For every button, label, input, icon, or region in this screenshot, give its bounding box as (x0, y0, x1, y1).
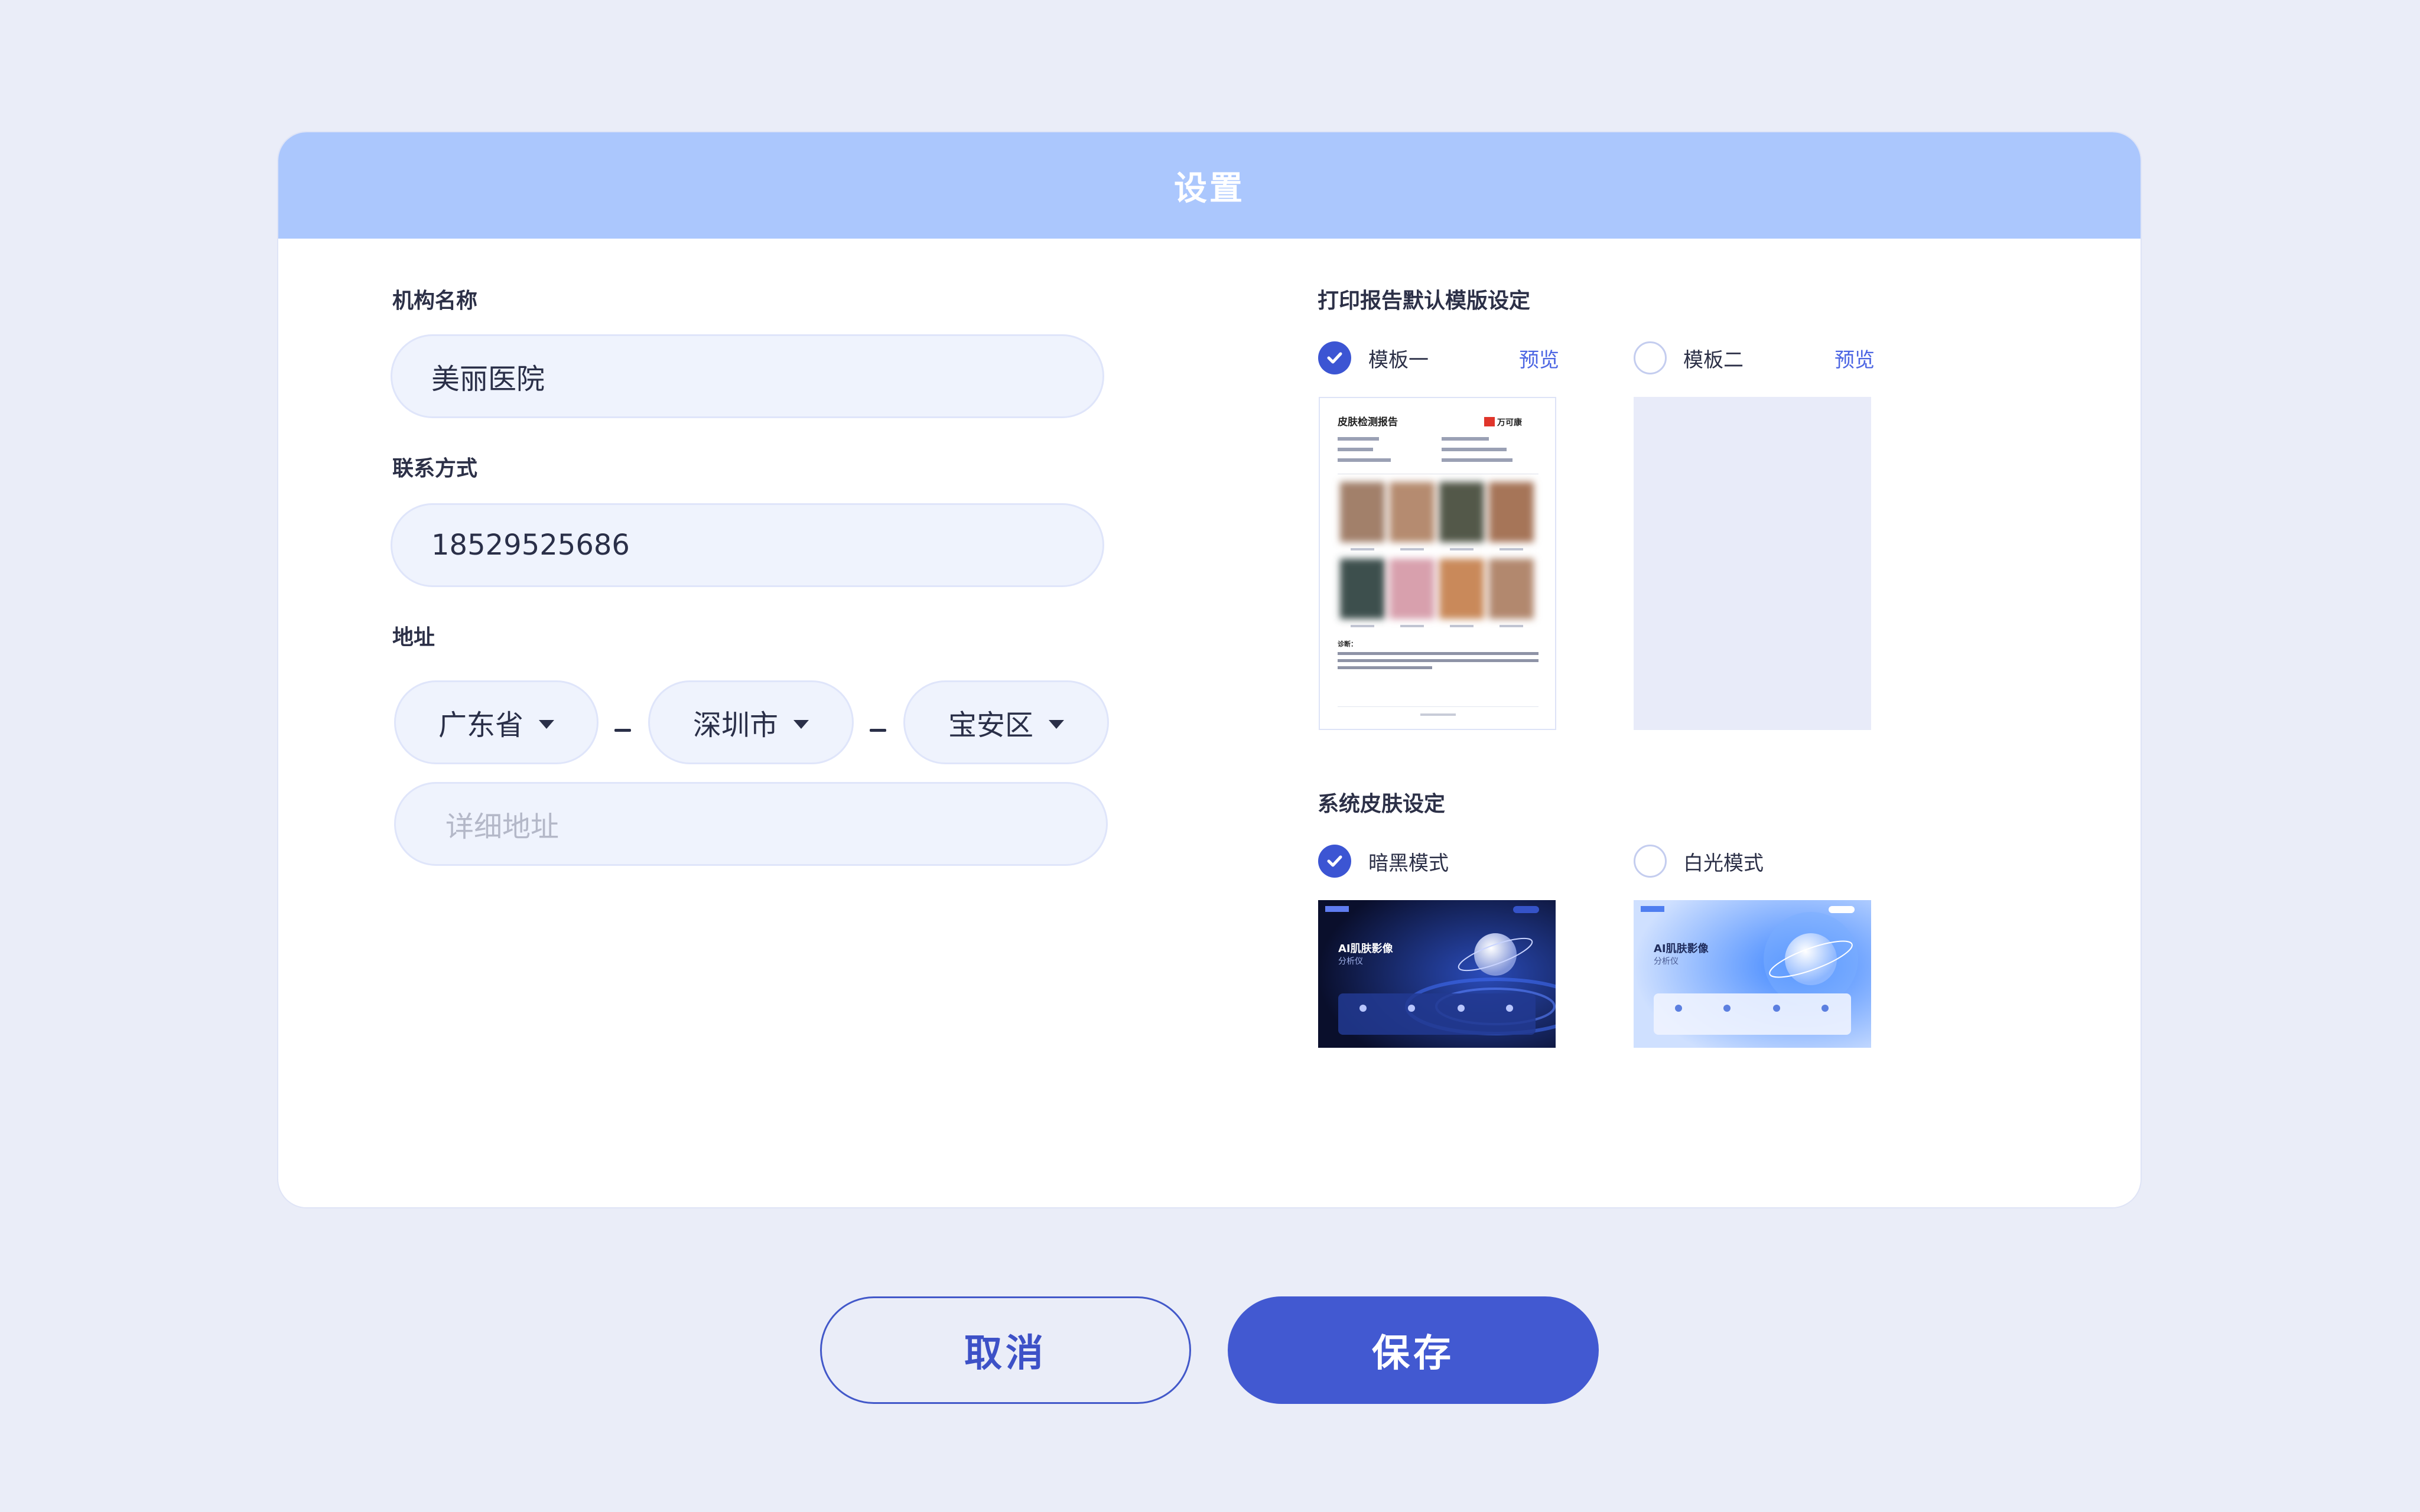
district-select[interactable]: 宝安区 (903, 680, 1109, 764)
dark-thumb-title: AI肌肤影像 (1338, 943, 1394, 955)
contact-label: 联系方式 (392, 457, 478, 481)
contact-input[interactable]: 18529525686 (391, 503, 1104, 587)
contact-value: 18529525686 (431, 529, 630, 562)
separator-dash (614, 729, 631, 732)
template-two-radio[interactable] (1634, 341, 1667, 374)
template-one-thumbnail[interactable]: 皮肤检测报告 万可康 诊断： (1319, 397, 1556, 730)
template-two-thumbnail[interactable] (1634, 397, 1871, 730)
separator-dash (870, 729, 886, 732)
detail-address-placeholder: 详细地址 (445, 810, 560, 843)
light-mode-label: 白光模式 (1683, 852, 1764, 875)
report-thumb-title: 皮肤检测报告 (1338, 416, 1398, 428)
address-label: 地址 (392, 625, 435, 650)
chevron-down-icon (1049, 719, 1064, 729)
dark-mode-thumbnail[interactable]: AI肌肤影像 分析仪 (1318, 900, 1556, 1048)
province-select[interactable]: 广东省 (394, 680, 599, 764)
save-button[interactable]: 保存 (1228, 1296, 1599, 1404)
detail-address-input[interactable]: 详细地址 (394, 782, 1108, 866)
settings-dialog: 设置 机构名称 美丽医院 联系方式 18529525686 地址 广东省 深圳市… (278, 132, 2141, 1207)
light-mode-radio[interactable] (1634, 845, 1667, 878)
report-thumb-conclusion: 诊断： (1338, 640, 1357, 648)
city-value: 深圳市 (692, 709, 778, 742)
skin-setting-label: 系统皮肤设定 (1318, 792, 1446, 816)
org-name-value: 美丽医院 (431, 363, 545, 396)
light-thumb-subtitle: 分析仪 (1654, 957, 1679, 966)
city-select[interactable]: 深圳市 (648, 680, 854, 764)
dialog-header: 设置 (278, 132, 2141, 239)
chevron-down-icon (539, 719, 554, 729)
check-icon (1327, 352, 1342, 364)
light-mode-thumbnail[interactable]: AI肌肤影像 分析仪 (1634, 900, 1871, 1048)
template-two-label: 模板二 (1683, 348, 1744, 372)
report-template-label: 打印报告默认模版设定 (1318, 289, 1531, 313)
dark-mode-radio[interactable] (1318, 845, 1351, 878)
report-preview-image: 皮肤检测报告 万可康 诊断： (1338, 416, 1538, 716)
report-thumb-logo: 万可康 (1497, 418, 1523, 428)
light-mode-preview-image: AI肌肤影像 分析仪 (1634, 900, 1871, 1048)
district-value: 宝安区 (948, 709, 1033, 742)
cancel-button[interactable]: 取消 (820, 1296, 1191, 1404)
light-thumb-title: AI肌肤影像 (1654, 943, 1709, 955)
template-one-radio[interactable] (1318, 341, 1351, 374)
check-icon (1327, 855, 1342, 867)
org-name-input[interactable]: 美丽医院 (391, 334, 1104, 418)
dialog-title: 设置 (1174, 169, 1245, 208)
template-two-preview-link[interactable]: 预览 (1834, 344, 1875, 373)
template-one-preview-link[interactable]: 预览 (1519, 344, 1559, 373)
dark-mode-label: 暗黑模式 (1368, 852, 1449, 875)
chevron-down-icon (793, 719, 809, 729)
org-name-label: 机构名称 (392, 289, 478, 313)
template-one-label: 模板一 (1368, 348, 1429, 372)
dark-thumb-subtitle: 分析仪 (1338, 957, 1363, 966)
province-value: 广东省 (438, 709, 523, 742)
dark-mode-preview-image: AI肌肤影像 分析仪 (1318, 900, 1556, 1048)
